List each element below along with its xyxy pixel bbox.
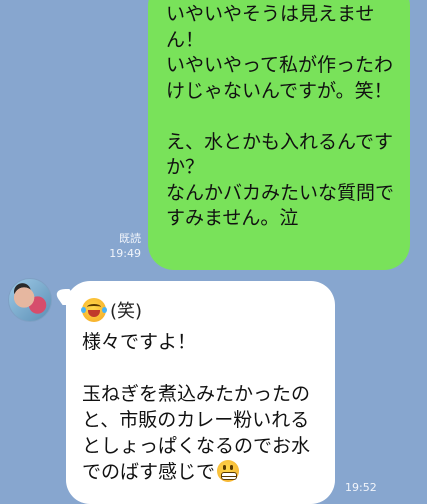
reaction-text: (笑)	[110, 301, 143, 322]
chat-view: いやいやそうは見えません！ いやいやって私が作ったわけじゃないんですが。笑！ え…	[0, 0, 427, 504]
grinning-teeth-emoji-icon	[217, 460, 240, 482]
sent-message-bubble[interactable]: いやいやそうは見えません！ いやいやって私が作ったわけじゃないんですが。笑！ え…	[148, 0, 410, 270]
contact-avatar[interactable]	[8, 278, 52, 322]
read-receipt: 既読	[119, 232, 141, 245]
sent-message-meta: 既読 19:49	[109, 231, 141, 261]
received-message-body: 様々ですよ！ 玉ねぎを煮込みたかったのと、市販のカレー粉いれるとしょっぱくなるの…	[82, 331, 311, 483]
sent-message-time: 19:49	[109, 247, 141, 260]
received-message-time: 19:52	[345, 481, 377, 494]
received-message-text: 様々ですよ！ 玉ねぎを煮込みたかったのと、市販のカレー粉いれるとしょっぱくなるの…	[82, 329, 325, 485]
sent-message-text: いやいやそうは見えません！ いやいやって私が作ったわけじゃないんですが。笑！ え…	[166, 3, 395, 229]
received-message-header: (笑)	[81, 297, 325, 323]
laughing-tears-emoji-icon	[81, 298, 107, 322]
received-message-bubble[interactable]: (笑) 様々ですよ！ 玉ねぎを煮込みたかったのと、市販のカレー粉いれるとしょっぱ…	[66, 281, 335, 504]
